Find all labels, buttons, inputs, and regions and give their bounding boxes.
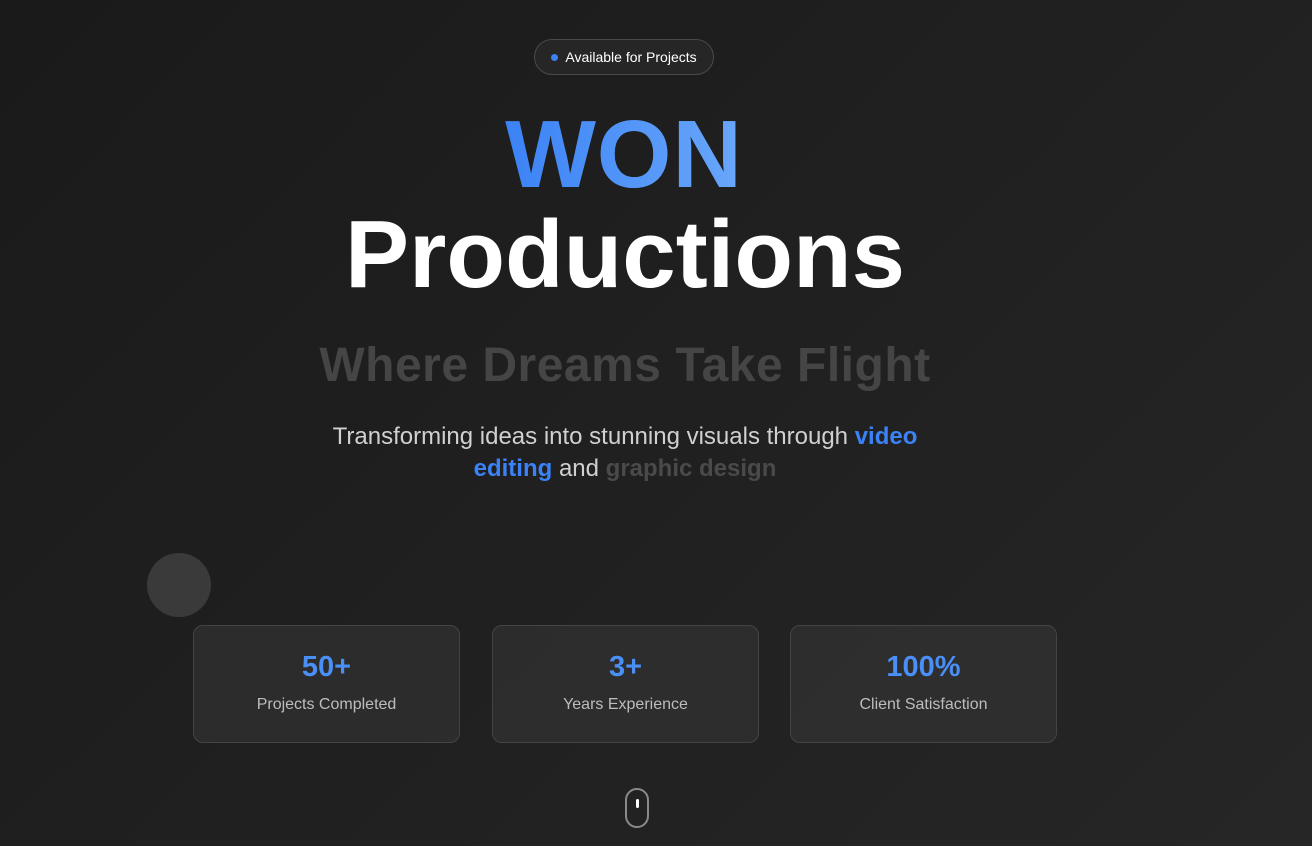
- hero-title-main: Productions: [344, 201, 905, 308]
- stat-value: 100%: [886, 651, 961, 683]
- scroll-wheel-indicator: [636, 799, 639, 808]
- availability-badge: Available for Projects: [534, 39, 714, 75]
- mouse-scroll-icon[interactable]: [625, 788, 649, 828]
- stat-card-projects: 50+ Projects Completed: [193, 625, 460, 743]
- hero-title-accent: WON: [0, 103, 1248, 207]
- hero-tagline: Where Dreams Take Flight: [319, 339, 931, 392]
- hero-description: Transforming ideas into stunning visuals…: [320, 421, 930, 485]
- stat-value: 3+: [608, 651, 643, 683]
- stat-label: Projects Completed: [256, 696, 397, 713]
- status-dot-icon: [551, 53, 559, 61]
- stat-label: Client Satisfaction: [859, 696, 988, 713]
- stat-card-experience: 3+ Years Experience: [492, 625, 759, 743]
- stat-value: 50+: [301, 651, 352, 683]
- decorative-circle: [147, 553, 211, 617]
- stat-card-satisfaction: 100% Client Satisfaction: [790, 625, 1057, 743]
- highlight-graphic-design: graphic design: [605, 455, 777, 482]
- stat-label: Years Experience: [563, 696, 688, 713]
- availability-label: Available for Projects: [565, 49, 697, 65]
- description-text-2: and: [552, 455, 606, 482]
- description-text-1: Transforming ideas into stunning visuals…: [332, 423, 855, 450]
